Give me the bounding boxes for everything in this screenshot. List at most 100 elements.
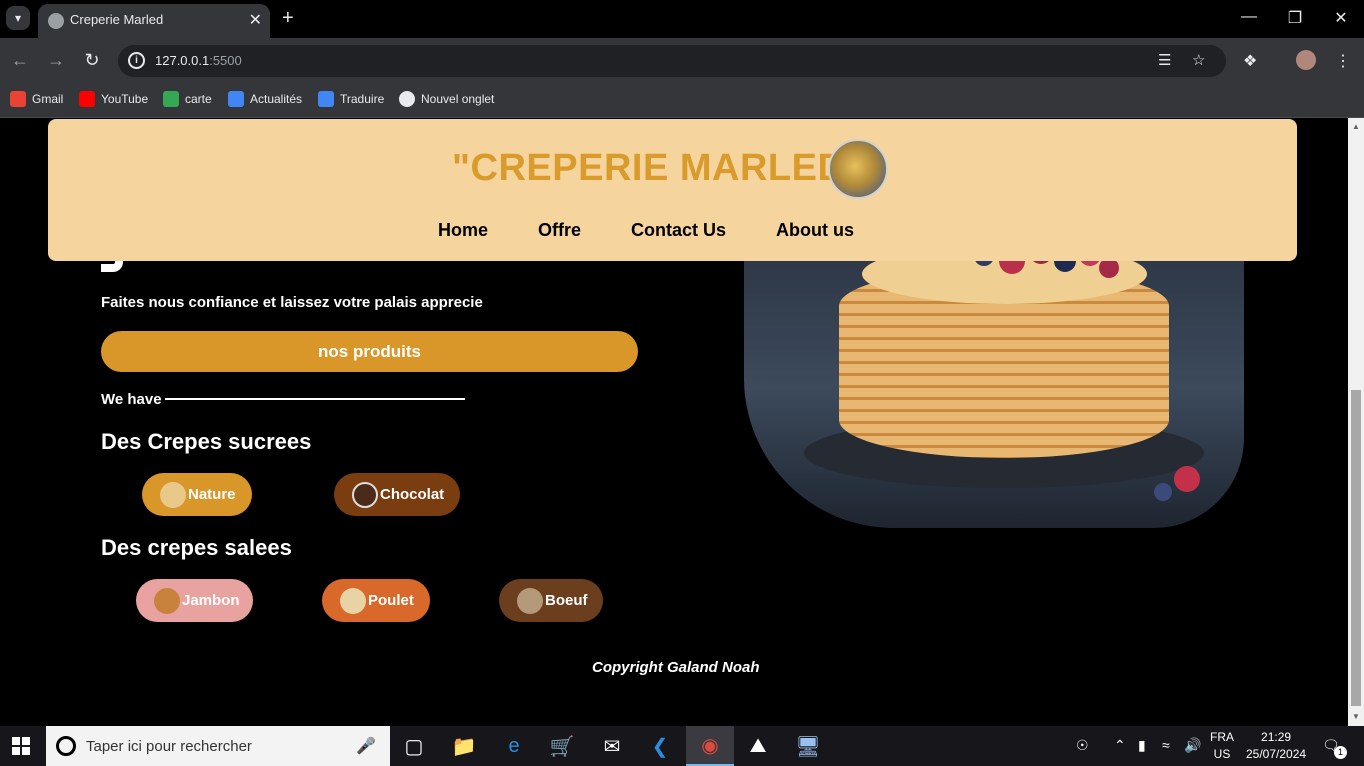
windows-start-icon[interactable] xyxy=(12,737,30,755)
tab-title: Creperie Marled xyxy=(70,12,164,27)
translate-icon xyxy=(318,91,334,107)
window-close-icon[interactable]: ✕ xyxy=(1326,8,1356,28)
wifi-icon[interactable]: ≈ xyxy=(1162,737,1170,753)
savory-item-poulet[interactable]: Poulet xyxy=(322,579,430,622)
new-tab-plus-icon[interactable]: + xyxy=(282,7,294,30)
crepe-stack-image xyxy=(744,218,1244,528)
bookmark-youtube[interactable]: YouTube xyxy=(79,91,148,107)
photos-icon[interactable]: ⛰ xyxy=(734,726,782,766)
active-tab[interactable]: Creperie Marled ✕ xyxy=(38,4,270,38)
nav-offre[interactable]: Offre xyxy=(538,220,581,241)
globe-icon xyxy=(399,91,415,107)
tab-search-chevron-icon[interactable]: ▾ xyxy=(6,6,30,30)
maps-icon xyxy=(163,91,179,107)
lang-code: FRA xyxy=(1210,730,1234,744)
taskbar-search-box[interactable]: Taper ici pour rechercher 🎤 xyxy=(46,726,390,766)
main-nav: Home Offre Contact Us About us xyxy=(438,220,854,241)
savory-crepes-title: Des crepes salees xyxy=(101,535,292,560)
sweet-item-nature[interactable]: Nature xyxy=(142,473,252,516)
savory-item-jambon[interactable]: Jambon xyxy=(136,579,253,622)
scroll-thumb[interactable] xyxy=(1351,390,1361,706)
people-icon[interactable]: ☉ xyxy=(1076,737,1089,754)
bookmark-traduire[interactable]: Traduire xyxy=(318,91,384,107)
windows-taskbar: Taper ici pour rechercher 🎤 ▢ 📁 e 🛒 ✉ ❮ … xyxy=(0,726,1364,766)
pill-label: Poulet xyxy=(368,592,414,609)
browser-menu-icon[interactable]: ⋮ xyxy=(1335,51,1351,71)
edge-icon[interactable]: e xyxy=(490,726,538,766)
volume-icon[interactable]: 🔊 xyxy=(1184,737,1201,754)
page-viewport: "CREPERIE MARLED" Home Offre Contact Us … xyxy=(0,118,1348,726)
forward-arrow-icon[interactable]: → xyxy=(44,50,68,71)
mail-icon[interactable]: ✉ xyxy=(588,726,636,766)
browser-tab-strip: ▾ Creperie Marled ✕ + — ❐ ✕ xyxy=(0,0,1364,38)
profile-avatar[interactable] xyxy=(1296,50,1316,70)
clock-date: 25/07/2024 xyxy=(1246,747,1307,761)
site-header: "CREPERIE MARLED" Home Offre Contact Us … xyxy=(48,119,1297,261)
site-title: "CREPERIE MARLED" xyxy=(452,147,864,189)
gmail-icon xyxy=(10,91,26,107)
bookmark-label: Gmail xyxy=(32,92,64,106)
boeuf-crepe-icon xyxy=(517,587,543,614)
bookmark-nouvel-onglet[interactable]: Nouvel onglet xyxy=(399,91,494,107)
berry-shape xyxy=(1099,258,1119,278)
nos-produits-button[interactable]: nos produits xyxy=(101,331,638,372)
we-have-label: We have xyxy=(101,391,162,408)
news-icon xyxy=(228,91,244,107)
savory-item-boeuf[interactable]: Boeuf xyxy=(499,579,603,622)
scroll-down-arrow-icon[interactable]: ▼ xyxy=(1352,712,1360,721)
input-language[interactable]: FRA US xyxy=(1210,729,1234,763)
chrome-icon[interactable]: ◉ xyxy=(686,726,734,766)
remote-desktop-icon[interactable]: 🖥 xyxy=(784,726,832,766)
task-view-icon[interactable]: ▢ xyxy=(390,726,438,766)
minimize-icon[interactable]: — xyxy=(1234,8,1264,26)
translate-page-icon[interactable]: ☰ xyxy=(1158,51,1171,69)
bookmark-actualites[interactable]: Actualités xyxy=(228,91,302,107)
berry-shape xyxy=(1154,483,1172,501)
bookmark-carte[interactable]: carte xyxy=(163,91,212,107)
tray-chevron-icon[interactable]: ⌃ xyxy=(1114,737,1126,754)
file-explorer-icon[interactable]: 📁 xyxy=(440,726,488,766)
site-info-icon[interactable]: i xyxy=(128,52,145,69)
nature-crepe-icon xyxy=(160,481,186,508)
address-bar[interactable]: i 127.0.0.1:5500 ☰ ☆ xyxy=(118,45,1226,77)
sweet-item-chocolat[interactable]: Chocolat xyxy=(334,473,460,516)
nav-home[interactable]: Home xyxy=(438,220,488,241)
creperie-logo xyxy=(828,139,888,199)
bookmark-star-icon[interactable]: ☆ xyxy=(1192,51,1205,69)
youtube-icon xyxy=(79,91,95,107)
bookmark-label: YouTube xyxy=(101,92,149,106)
notification-count: 1 xyxy=(1334,746,1347,759)
bookmark-gmail[interactable]: Gmail xyxy=(10,91,63,107)
url-port: :5500 xyxy=(209,53,242,68)
system-clock[interactable]: 21:29 25/07/2024 xyxy=(1246,729,1306,763)
bookmarks-bar: Gmail YouTube carte Actualités Traduire … xyxy=(0,84,1364,118)
nav-contact-us[interactable]: Contact Us xyxy=(631,220,726,241)
vscode-icon[interactable]: ❮ xyxy=(636,726,684,766)
page-scrollbar[interactable]: ▲ ▼ xyxy=(1348,118,1364,726)
pill-label: Nature xyxy=(188,486,236,503)
extensions-icon[interactable]: ❖ xyxy=(1243,51,1257,71)
store-icon[interactable]: 🛒 xyxy=(538,726,586,766)
url-host: 127.0.0.1 xyxy=(155,53,210,68)
browser-toolbar: ← → ↻ i 127.0.0.1:5500 ☰ ☆ ❖ ⋮ xyxy=(0,38,1364,84)
we-have-divider xyxy=(165,398,465,400)
poulet-crepe-icon xyxy=(340,587,366,614)
reload-icon[interactable]: ↻ xyxy=(80,50,104,71)
chocolat-crepe-icon xyxy=(352,481,378,508)
bookmark-label: Traduire xyxy=(340,92,385,106)
taskbar-search-placeholder: Taper ici pour rechercher xyxy=(86,738,252,755)
nav-about-us[interactable]: About us xyxy=(776,220,854,241)
pill-label: Boeuf xyxy=(545,592,588,609)
microphone-icon[interactable]: 🎤 xyxy=(356,736,376,756)
battery-icon[interactable]: ▮ xyxy=(1138,737,1146,754)
bookmark-label: Nouvel onglet xyxy=(421,92,495,106)
restore-icon[interactable]: ❐ xyxy=(1280,8,1310,28)
scroll-up-arrow-icon[interactable]: ▲ xyxy=(1352,122,1360,131)
hero-tagline: Faites nous confiance et laissez votre p… xyxy=(101,294,483,311)
url-text[interactable]: 127.0.0.1:5500 xyxy=(155,53,242,68)
tab-favicon-icon xyxy=(48,13,64,29)
back-arrow-icon[interactable]: ← xyxy=(8,50,32,71)
tab-close-icon[interactable]: ✕ xyxy=(249,10,262,30)
clock-time: 21:29 xyxy=(1261,730,1292,744)
pill-label: Jambon xyxy=(182,592,240,609)
